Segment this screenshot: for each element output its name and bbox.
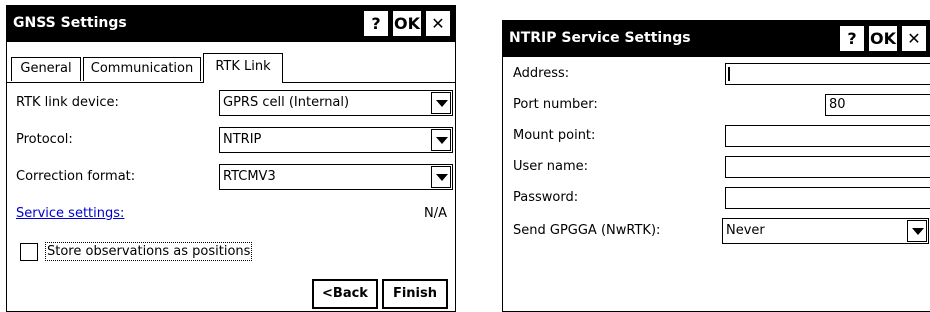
service-settings-value: N/A [424, 206, 447, 221]
send-gpgga-value: Never [726, 223, 765, 238]
ok-button[interactable]: OK [392, 10, 422, 37]
password-input[interactable] [725, 187, 930, 209]
ok-button[interactable]: OK [868, 25, 898, 52]
correction-format-value: RTCMV3 [223, 169, 276, 184]
tab-communication[interactable]: Communication [83, 57, 201, 81]
user-name-input[interactable] [725, 156, 930, 178]
finish-button[interactable]: Finish [382, 279, 448, 309]
protocol-value: NTRIP [223, 132, 262, 147]
close-icon: ✕ [907, 29, 921, 48]
chevron-down-icon[interactable] [907, 220, 927, 242]
help-button[interactable]: ? [839, 25, 865, 52]
service-settings-link[interactable]: Service settings: [16, 206, 124, 221]
correction-format-select[interactable]: RTCMV3 [219, 164, 453, 190]
help-button[interactable]: ? [363, 10, 389, 37]
rtk-link-device-select[interactable]: GPRS cell (Internal) [219, 90, 453, 116]
rtk-link-device-label: RTK link device: [16, 95, 119, 110]
protocol-select[interactable]: NTRIP [219, 127, 453, 153]
ntrip-settings-window: NTRIP Service Settings ? OK ✕ Address: P… [502, 20, 930, 312]
text-cursor [728, 67, 730, 81]
window-title: NTRIP Service Settings [509, 30, 691, 46]
store-observations-checkbox[interactable] [20, 243, 38, 261]
close-icon: ✕ [431, 14, 445, 33]
mount-point-input[interactable] [725, 125, 930, 147]
store-observations-label[interactable]: Store observations as positions [44, 242, 253, 261]
send-gpgga-label: Send GPGGA (NwRTK): [513, 223, 661, 238]
close-button[interactable]: ✕ [901, 25, 927, 52]
gnss-settings-window: GNSS Settings ? OK ✕ General Communicati… [6, 5, 456, 312]
gnss-title-bar: GNSS Settings ? OK ✕ [7, 6, 455, 42]
tab-divider [283, 82, 455, 83]
ntrip-title-bar: NTRIP Service Settings ? OK ✕ [503, 21, 930, 57]
tab-rtk-link[interactable]: RTK Link [203, 53, 283, 83]
chevron-down-icon[interactable] [431, 92, 451, 114]
back-button[interactable]: <Back [312, 279, 378, 309]
port-number-input[interactable]: 80 [825, 94, 930, 116]
address-label: Address: [513, 66, 570, 81]
password-label: Password: [513, 190, 579, 205]
mount-point-label: Mount point: [513, 128, 596, 143]
tab-strip: General Communication RTK Link [7, 53, 455, 83]
address-input[interactable] [725, 63, 930, 85]
protocol-label: Protocol: [16, 132, 73, 147]
window-title: GNSS Settings [13, 15, 127, 31]
send-gpgga-select[interactable]: Never [722, 218, 929, 244]
user-name-label: User name: [513, 159, 589, 174]
tab-divider [7, 82, 203, 83]
port-number-value: 80 [829, 97, 846, 112]
correction-format-label: Correction format: [16, 169, 136, 184]
chevron-down-icon[interactable] [431, 129, 451, 151]
port-number-label: Port number: [513, 97, 598, 112]
tab-general[interactable]: General [11, 57, 81, 81]
rtk-link-device-value: GPRS cell (Internal) [223, 95, 350, 110]
chevron-down-icon[interactable] [431, 166, 451, 188]
close-button[interactable]: ✕ [425, 10, 451, 37]
